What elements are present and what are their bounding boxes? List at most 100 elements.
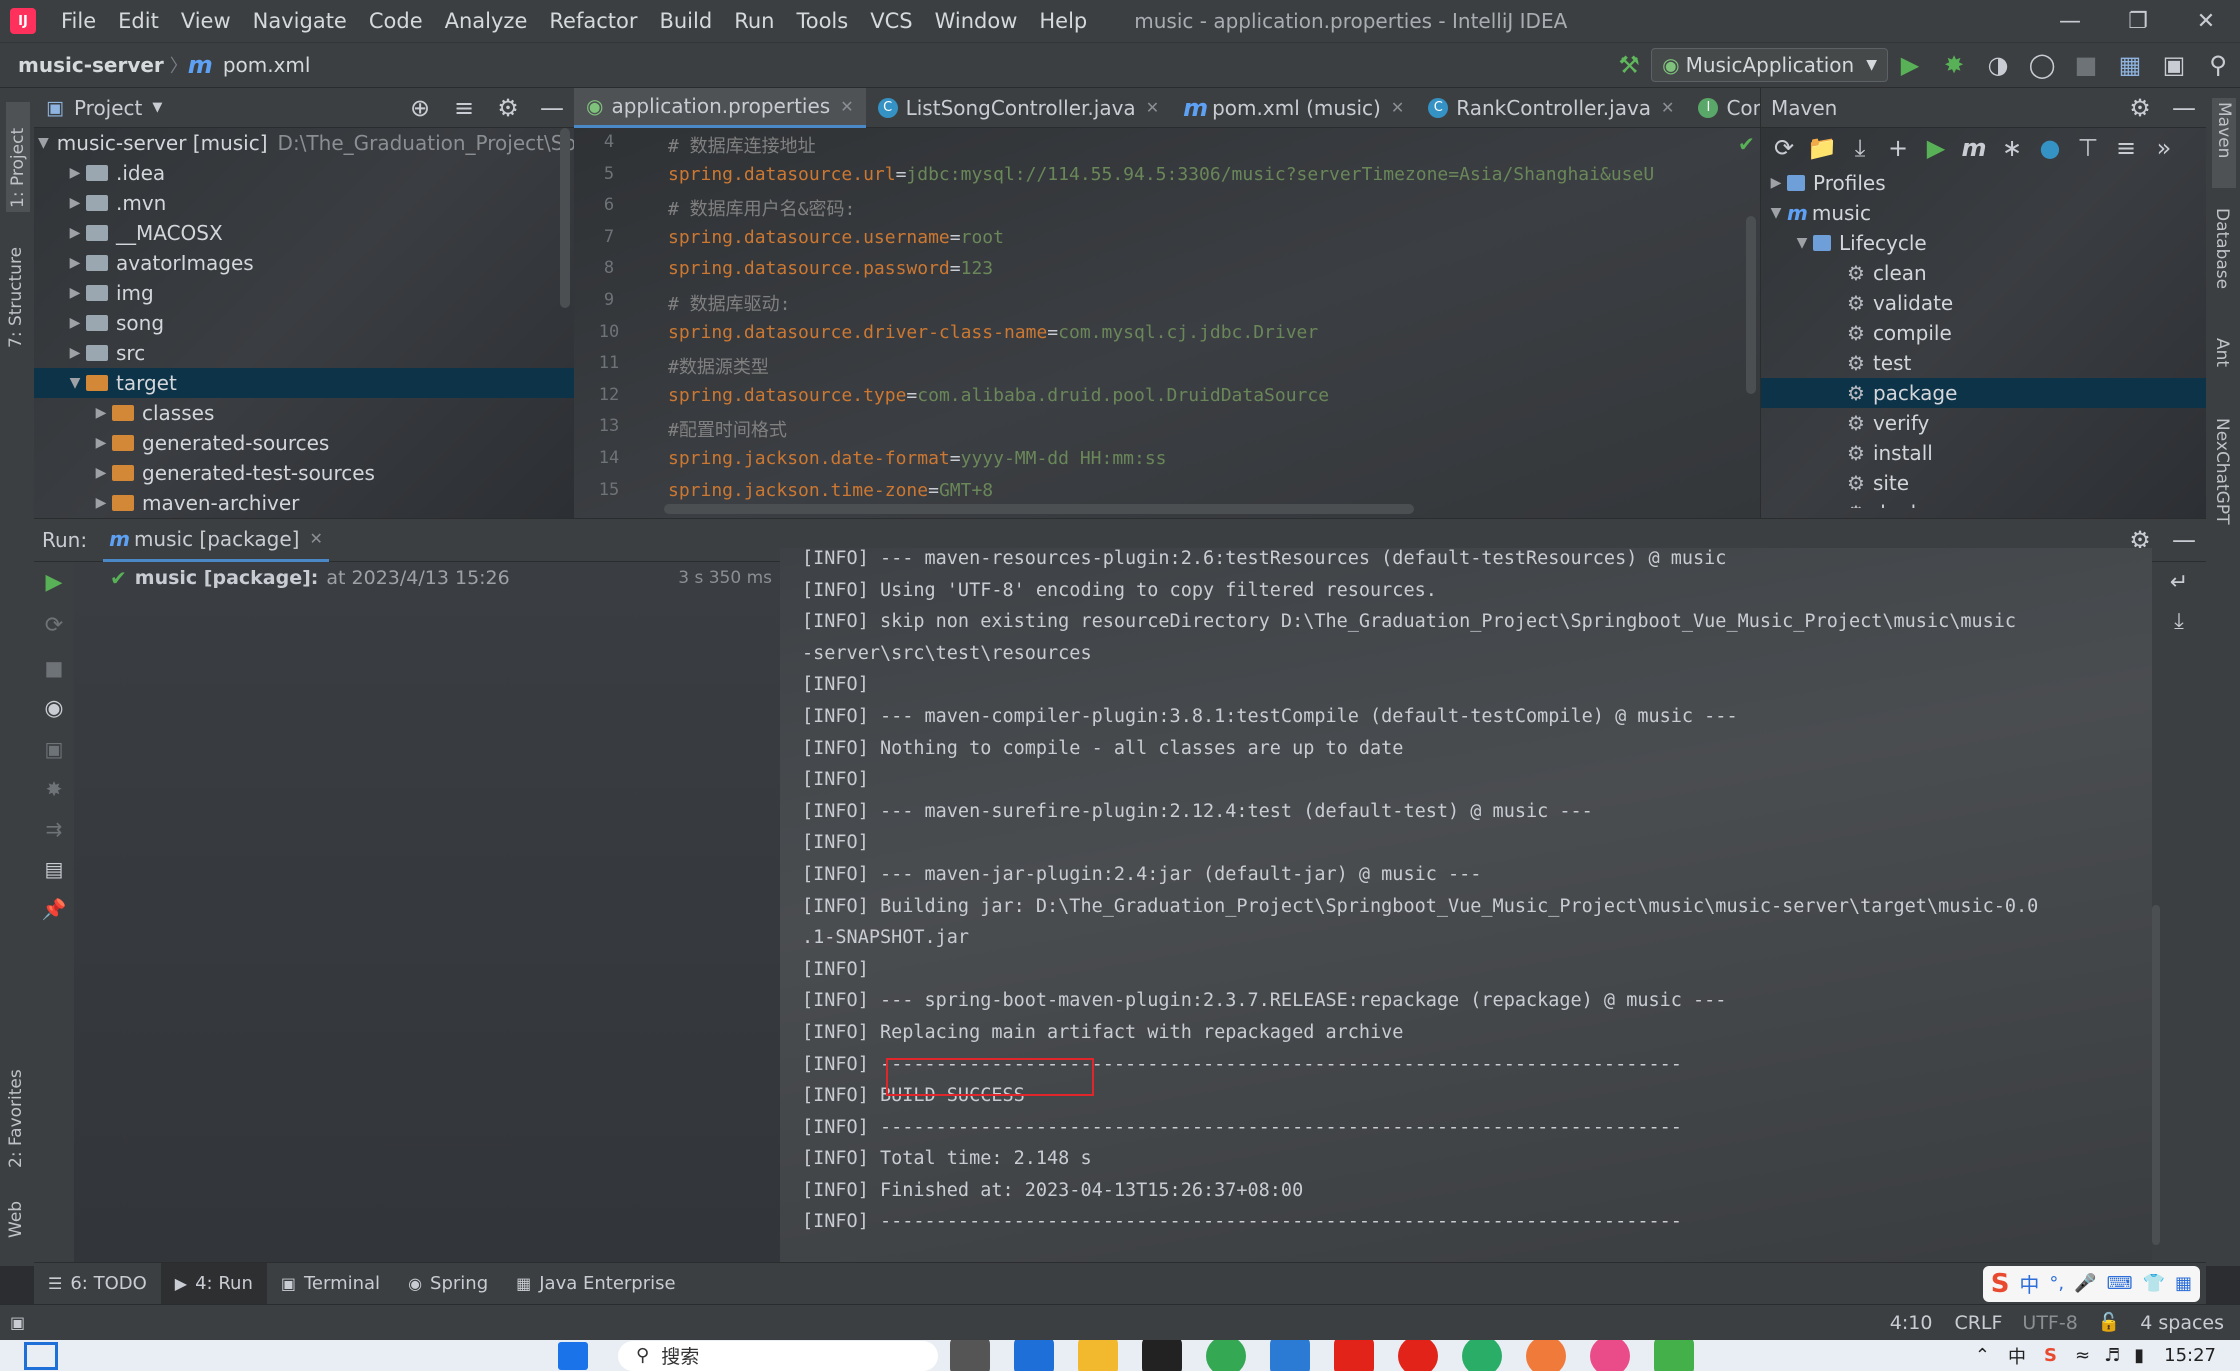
expand-arrow-icon[interactable]: ▶ xyxy=(64,225,86,241)
coverage-icon[interactable]: ◑ xyxy=(1976,51,2020,79)
expand-arrow-icon[interactable]: ▼ xyxy=(1765,205,1787,221)
breadcrumb-file[interactable]: pom.xml xyxy=(217,53,317,77)
expand-arrow-icon[interactable]: ▶ xyxy=(64,165,86,181)
line-separator[interactable]: CRLF xyxy=(1954,1312,2002,1334)
ime-toolbar[interactable]: S 中 °, 🎤 ⌨ 👕 ▦ xyxy=(1982,1265,2200,1302)
maven-goal-deploy[interactable]: ⚙ deploy xyxy=(1761,498,2206,508)
collapse-all-icon[interactable]: ≡ xyxy=(2107,134,2145,162)
minimize-icon[interactable]: — xyxy=(2036,9,2104,34)
bottom-tab[interactable]: ▦ Java Enterprise xyxy=(502,1263,689,1305)
indent-setting[interactable]: 4 spaces xyxy=(2140,1312,2224,1334)
expand-arrow-icon[interactable]: ▶ xyxy=(64,195,86,211)
menu-item-edit[interactable]: Edit xyxy=(107,9,170,33)
file-explorer-icon[interactable] xyxy=(1078,1340,1118,1371)
maven-goal-validate[interactable]: ⚙ validate xyxy=(1761,288,2206,318)
bottom-tab[interactable]: ▣ Terminal xyxy=(267,1263,394,1305)
tree-item[interactable]: ▶ src xyxy=(34,338,574,368)
maven-goal-install[interactable]: ⚙ install xyxy=(1761,438,2206,468)
expand-arrow-icon[interactable]: ▼ xyxy=(1791,235,1813,251)
app-icon-3[interactable] xyxy=(1590,1340,1630,1371)
tree-item[interactable]: ▶ generated-test-sources xyxy=(34,458,574,488)
run-icon[interactable]: ▶ xyxy=(1888,51,1932,79)
menu-item-tools[interactable]: Tools xyxy=(785,9,859,33)
app-icon-4[interactable] xyxy=(1654,1340,1694,1371)
task-view-icon[interactable] xyxy=(950,1340,990,1371)
bottom-tab[interactable]: ☰ 6: TODO xyxy=(34,1263,161,1305)
menu-item-navigate[interactable]: Navigate xyxy=(242,9,358,33)
taskbar-search[interactable]: ⚲ 搜索 xyxy=(618,1340,938,1371)
profiler-icon[interactable]: ◯ xyxy=(2020,51,2064,79)
restore-icon[interactable]: ❐ xyxy=(2104,9,2172,34)
lock-icon[interactable]: 🔓 xyxy=(2098,1312,2120,1333)
maven-goal-test[interactable]: ⚙ test xyxy=(1761,348,2206,378)
expand-arrow-icon[interactable]: ▶ xyxy=(64,285,86,301)
expand-arrow-icon[interactable]: ▶ xyxy=(90,435,112,451)
tree-item[interactable]: ▶ classes xyxy=(34,398,574,428)
pin-icon[interactable]: 📌 xyxy=(34,897,74,921)
expand-arrow-icon[interactable]: ▶ xyxy=(64,315,86,331)
run-tab[interactable]: m music [package] ✕ xyxy=(103,518,329,562)
menu-item-window[interactable]: Window xyxy=(924,9,1029,33)
maven-profiles[interactable]: ▶ Profiles xyxy=(1761,168,2206,198)
debug-icon[interactable]: ✸ xyxy=(34,777,74,801)
menu-item-code[interactable]: Code xyxy=(358,9,434,33)
close-tab-icon[interactable]: ✕ xyxy=(1661,98,1674,117)
debug-icon[interactable]: ✸ xyxy=(1932,51,1976,79)
editor-tab[interactable]: ◉ application.properties ✕ xyxy=(574,87,866,128)
wechat-icon[interactable] xyxy=(1462,1340,1502,1371)
project-tool-button[interactable]: 1: Project xyxy=(6,102,30,212)
eye-icon[interactable]: ◉ xyxy=(34,696,74,721)
expand-arrow-icon[interactable]: ▶ xyxy=(64,345,86,361)
menu-item-analyze[interactable]: Analyze xyxy=(434,9,539,33)
ant-tool-button[interactable]: Ant xyxy=(2212,338,2232,408)
execute-goal-icon[interactable]: m xyxy=(1955,134,1993,162)
wifi-icon[interactable]: ≈ xyxy=(2075,1345,2090,1366)
editor-tab[interactable]: m pom.xml (music) ✕ xyxy=(1171,88,1416,128)
stop-icon[interactable]: ■ xyxy=(2064,51,2108,79)
maven-goal-clean[interactable]: ⚙ clean xyxy=(1761,258,2206,288)
web-tool-button[interactable]: Web xyxy=(6,1178,26,1238)
tree-item[interactable]: ▶ generated-sources xyxy=(34,428,574,458)
toggle-tool-windows-icon[interactable]: ▣ xyxy=(10,1313,25,1332)
code-area[interactable]: 4 # 数据库连接地址 5 spring.datasource.url=jdbc:my… xyxy=(574,128,1760,502)
skip-tests-icon[interactable]: ● xyxy=(2031,134,2069,162)
tree-item[interactable]: ▶ .idea xyxy=(34,158,574,188)
close-tab-icon[interactable]: ✕ xyxy=(1391,98,1404,117)
maven-project[interactable]: ▼ m music xyxy=(1761,198,2206,228)
toolbox-icon[interactable]: ▦ xyxy=(2175,1273,2192,1294)
chrome-icon[interactable] xyxy=(1206,1340,1246,1371)
project-structure-icon[interactable]: ▦ xyxy=(2108,51,2152,79)
keyboard-icon[interactable]: ⌨ xyxy=(2107,1273,2133,1294)
chevron-up-icon[interactable]: ⌃ xyxy=(1975,1345,1990,1366)
layout-icon[interactable]: ▣ xyxy=(2152,51,2196,79)
skin-icon[interactable]: 👕 xyxy=(2143,1273,2165,1294)
volume-icon[interactable]: ♬ xyxy=(2104,1345,2120,1366)
editor-tab[interactable]: C RankController.java ✕ xyxy=(1416,88,1686,128)
expand-arrow-icon[interactable]: ▶ xyxy=(1765,175,1787,191)
generate-sources-icon[interactable]: 📁 xyxy=(1803,134,1841,162)
vscode-icon[interactable] xyxy=(1270,1340,1310,1371)
expand-arrow-icon[interactable]: ▶ xyxy=(90,405,112,421)
download-icon[interactable]: ⤓ xyxy=(1841,134,1879,162)
chevron-down-icon[interactable]: ▼ xyxy=(152,100,162,115)
maven-goal-site[interactable]: ⚙ site xyxy=(1761,468,2206,498)
hide-icon[interactable]: — xyxy=(2162,94,2206,122)
run-entry[interactable]: ✔ music [package]: at 2023/4/13 15:26 3 … xyxy=(74,562,780,594)
maven-goal-verify[interactable]: ⚙ verify xyxy=(1761,408,2206,438)
database-tool-button[interactable]: Database xyxy=(2212,208,2232,318)
sogou-tray-icon[interactable]: S xyxy=(2044,1345,2057,1366)
maven-goal-compile[interactable]: ⚙ compile xyxy=(1761,318,2206,348)
bottom-tab[interactable]: ◉ Spring xyxy=(394,1263,502,1305)
maven-lifecycle[interactable]: ▼ Lifecycle xyxy=(1761,228,2206,258)
expand-arrow-icon[interactable]: ▶ xyxy=(90,465,112,481)
project-panel-title[interactable]: Project xyxy=(74,96,142,120)
favorites-tool-button[interactable]: 2: Favorites xyxy=(6,1038,26,1168)
console-output[interactable]: [INFO] --- maven-resources-plugin:2.6:te… xyxy=(780,548,2152,1262)
maven-tool-button[interactable]: Maven xyxy=(2212,98,2236,188)
editor-horizontal-scrollbar[interactable] xyxy=(664,504,1414,514)
structure-tool-button[interactable]: 7: Structure xyxy=(6,228,26,348)
build-hammer-icon[interactable]: ⚒ xyxy=(1607,51,1651,79)
menu-item-run[interactable]: Run xyxy=(723,9,785,33)
gear-icon[interactable]: ⚙ xyxy=(486,94,530,122)
close-tab-icon[interactable]: ✕ xyxy=(840,97,853,116)
